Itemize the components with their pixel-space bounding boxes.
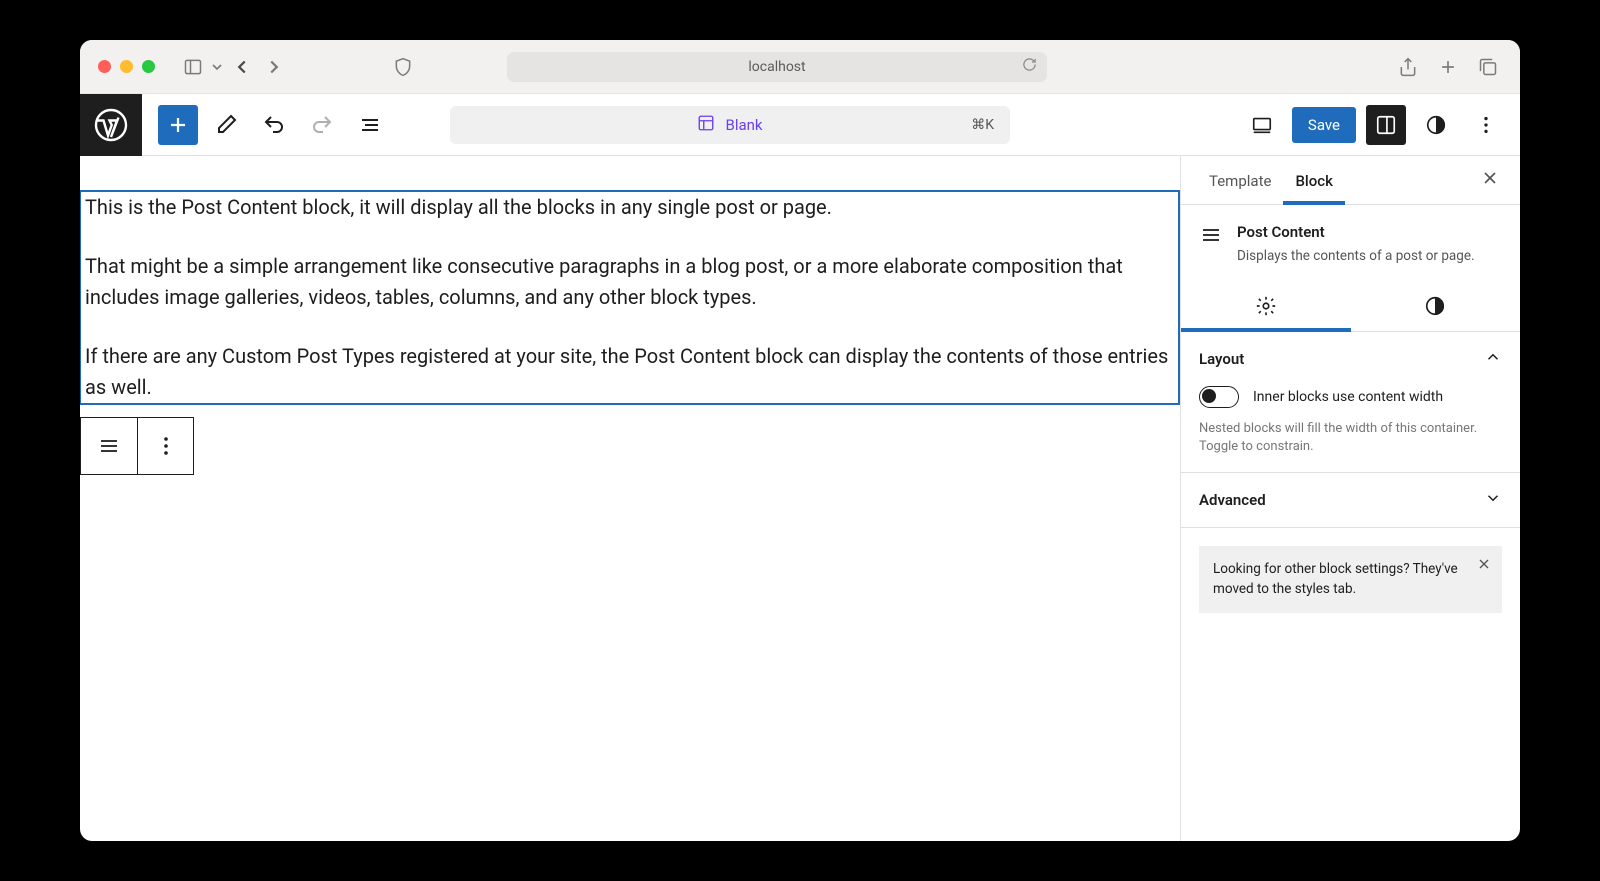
paragraph[interactable]: If there are any Custom Post Types regis… [81, 341, 1178, 403]
save-button[interactable]: Save [1292, 107, 1356, 143]
close-sidebar-button[interactable] [1480, 168, 1504, 192]
back-button[interactable] [227, 52, 257, 82]
document-switcher[interactable]: Blank ⌘K [450, 106, 1010, 144]
redo-button[interactable] [302, 105, 342, 145]
sidebar-tabs: Template Block [1181, 156, 1520, 205]
block-description: Displays the contents of a post or page. [1237, 247, 1475, 267]
advanced-title: Advanced [1199, 491, 1266, 509]
traffic-lights [98, 60, 155, 73]
block-title: Post Content [1237, 223, 1475, 241]
tab-template[interactable]: Template [1197, 156, 1283, 204]
block-card: Post Content Displays the contents of a … [1181, 205, 1520, 281]
paragraph[interactable]: That might be a simple arrangement like … [81, 251, 1178, 313]
settings-sidebar: Template Block Post Content Displays the… [1180, 156, 1520, 841]
post-content-block[interactable]: This is the Post Content block, it will … [80, 190, 1180, 405]
tabs-overview-icon[interactable] [1474, 53, 1502, 81]
paragraph[interactable]: This is the Post Content block, it will … [81, 192, 1178, 223]
settings-moved-notice: Looking for other block settings? They'v… [1199, 546, 1502, 613]
wordpress-logo[interactable] [80, 94, 142, 156]
add-block-button[interactable] [158, 105, 198, 145]
notice-text: Looking for other block settings? They'v… [1213, 561, 1458, 597]
dismiss-notice-button[interactable] [1476, 556, 1492, 579]
template-icon [697, 114, 715, 136]
post-content-icon [1199, 223, 1223, 267]
block-toolbar [80, 417, 194, 475]
edit-mode-button[interactable] [206, 105, 246, 145]
chevron-down-icon [1484, 489, 1502, 511]
toggle-label: Inner blocks use content width [1253, 389, 1443, 405]
editor-canvas[interactable]: This is the Post Content block, it will … [80, 156, 1180, 841]
browser-toolbar: localhost [80, 40, 1520, 94]
toggle-hint: Nested blocks will fill the width of thi… [1199, 420, 1502, 456]
editor-body: This is the Post Content block, it will … [80, 156, 1520, 841]
undo-button[interactable] [254, 105, 294, 145]
block-type-button[interactable] [81, 418, 137, 474]
refresh-icon[interactable] [1022, 57, 1037, 76]
options-button[interactable] [1466, 105, 1506, 145]
shield-icon[interactable] [389, 53, 417, 81]
document-title: Blank [725, 116, 762, 134]
sidebar-toggle-icon[interactable] [179, 53, 207, 81]
command-shortcut: ⌘K [971, 117, 994, 133]
block-options-button[interactable] [137, 418, 193, 474]
chevron-up-icon[interactable] [1484, 348, 1502, 370]
forward-button[interactable] [259, 52, 289, 82]
share-icon[interactable] [1394, 53, 1422, 81]
settings-subtab[interactable] [1181, 281, 1351, 331]
layout-title: Layout [1199, 350, 1244, 368]
styles-button[interactable] [1416, 105, 1456, 145]
url-text: localhost [748, 59, 805, 75]
url-bar[interactable]: localhost [507, 52, 1047, 82]
styles-subtab[interactable] [1351, 281, 1521, 331]
content-width-toggle[interactable] [1199, 386, 1239, 408]
view-button[interactable] [1242, 105, 1282, 145]
list-view-button[interactable] [350, 105, 390, 145]
maximize-window-button[interactable] [142, 60, 155, 73]
close-window-button[interactable] [98, 60, 111, 73]
new-tab-icon[interactable] [1434, 53, 1462, 81]
settings-panel-button[interactable] [1366, 105, 1406, 145]
layout-panel: Layout Inner blocks use content width Ne… [1181, 332, 1520, 473]
advanced-panel[interactable]: Advanced [1181, 473, 1520, 528]
inspector-subtabs [1181, 281, 1520, 332]
browser-window: localhost [80, 40, 1520, 841]
chevron-down-icon[interactable] [209, 53, 225, 81]
minimize-window-button[interactable] [120, 60, 133, 73]
editor-toolbar: Blank ⌘K Save [80, 94, 1520, 156]
tab-block[interactable]: Block [1283, 156, 1344, 204]
